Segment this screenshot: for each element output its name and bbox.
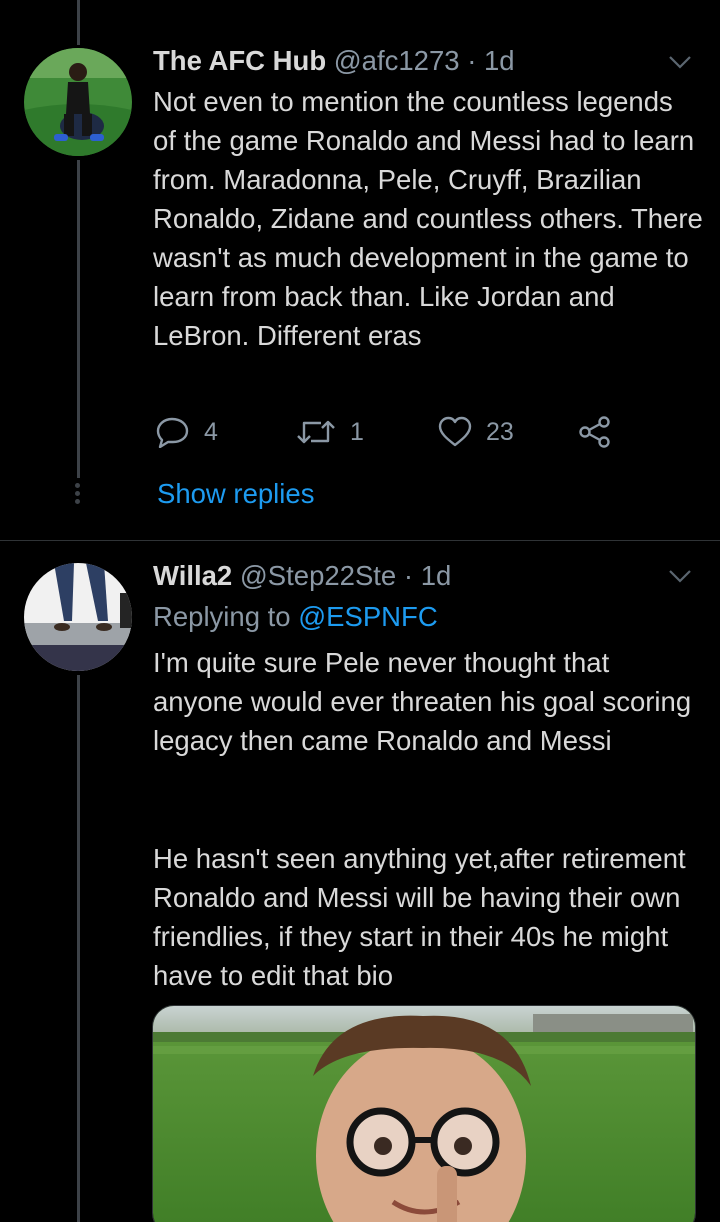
avatar[interactable] <box>24 48 132 156</box>
thread-line-top <box>77 0 80 45</box>
tweet-text-paragraph-2: He hasn't seen anything yet,after retire… <box>153 843 694 991</box>
tweet-media-image[interactable] <box>152 1005 696 1222</box>
user-handle[interactable]: @Step22Ste <box>240 560 396 591</box>
display-name[interactable]: The AFC Hub <box>153 45 326 76</box>
timestamp[interactable]: 1d <box>421 560 452 591</box>
like-count: 23 <box>486 417 514 446</box>
tweet-divider <box>0 540 720 541</box>
meta-separator: · <box>403 560 414 591</box>
timestamp[interactable]: 1d <box>484 45 515 76</box>
replying-to-handle-link[interactable]: @ESPNFC <box>298 601 437 632</box>
chevron-down-icon[interactable] <box>668 569 692 583</box>
heart-icon <box>438 416 472 447</box>
share-icon <box>579 416 610 448</box>
like-button[interactable]: 23 <box>438 416 514 448</box>
replying-to-label: Replying to <box>153 601 299 632</box>
tweet-text: Not even to mention the countless legend… <box>153 86 711 351</box>
user-handle[interactable]: @afc1273 <box>334 45 460 76</box>
thread-line-tweet-1 <box>77 160 80 478</box>
more-replies-indicator <box>72 483 82 507</box>
show-replies-link[interactable]: Show replies <box>157 476 314 512</box>
reply-icon <box>156 417 189 448</box>
thread-line-tweet-2 <box>77 675 80 1222</box>
chevron-down-icon[interactable] <box>668 55 692 69</box>
retweet-icon <box>297 420 335 444</box>
replying-to: Replying to @ESPNFC <box>153 599 438 635</box>
tweet-header: The AFC Hub @afc1273 · 1d <box>153 43 515 79</box>
tweet-header: Willa2 @Step22Ste · 1d <box>153 558 451 594</box>
reply-count: 4 <box>204 417 218 446</box>
retweet-button[interactable]: 1 <box>296 416 364 448</box>
avatar[interactable] <box>24 563 132 671</box>
share-button[interactable] <box>578 416 612 448</box>
meta-separator: · <box>467 45 477 76</box>
reply-button[interactable]: 4 <box>156 416 218 448</box>
tweet-text-paragraph-1: I'm quite sure Pele never thought that a… <box>153 647 699 756</box>
display-name[interactable]: Willa2 <box>153 560 232 591</box>
retweet-count: 1 <box>350 417 364 446</box>
